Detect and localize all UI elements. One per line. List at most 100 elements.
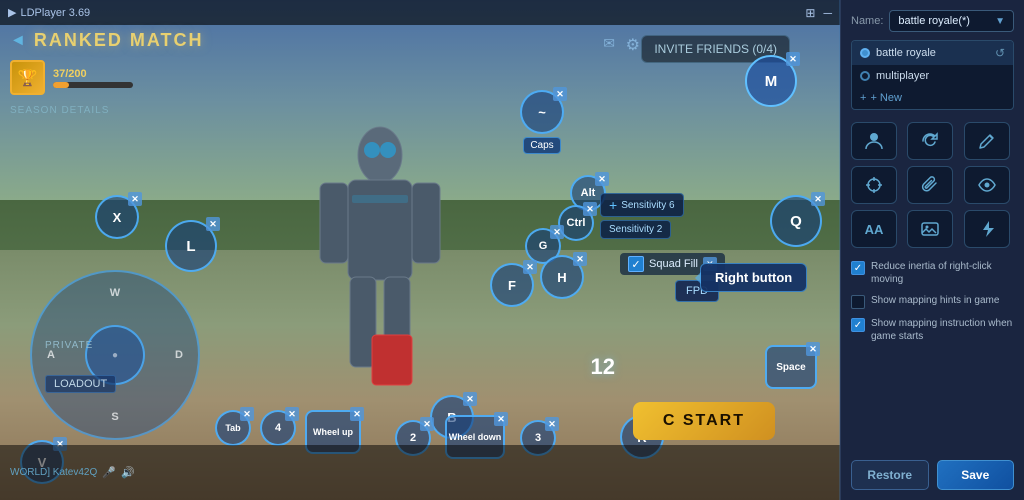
key-space-overlay[interactable]: ✕ Space <box>765 345 817 389</box>
world-label: WORLD] Katev42Q <box>10 467 97 478</box>
xp-bar <box>53 82 133 88</box>
ld-logo: ▶ LDPlayer 3.69 <box>8 6 90 19</box>
key-alt-close[interactable]: ✕ <box>595 172 609 186</box>
save-button[interactable]: Save <box>937 460 1015 490</box>
sensitivity6-plus[interactable]: + <box>609 197 617 213</box>
season-details: SEASON DETAILS <box>10 105 109 116</box>
preset-list: battle royale ↺ multiplayer + + New <box>851 40 1014 110</box>
eye-icon <box>977 175 997 195</box>
preset-item-battle-royale[interactable]: battle royale ↺ <box>852 41 1013 65</box>
key-b-close[interactable]: ✕ <box>463 392 477 406</box>
key-m-close[interactable]: ✕ <box>786 52 800 66</box>
top-bar-icons: ⊞ ─ <box>805 6 832 20</box>
name-value: battle royale(*) <box>898 15 970 27</box>
key-q-overlay[interactable]: ✕ Q <box>770 195 822 247</box>
key-q-circle[interactable]: ✕ Q <box>770 195 822 247</box>
show-instruction-checkbox[interactable]: ✓ <box>851 318 865 332</box>
key-h-circle[interactable]: ✕ H <box>540 255 584 299</box>
right-button-tooltip: Right button <box>700 263 807 292</box>
reduce-inertia-label: Reduce inertia of right-click moving <box>871 260 1014 286</box>
key-tab-overlay[interactable]: ✕ Tab <box>215 410 251 446</box>
preset-battle-royale-label: battle royale <box>876 47 936 59</box>
key-l-close[interactable]: ✕ <box>206 217 220 231</box>
tool-person-button[interactable] <box>851 122 897 160</box>
name-dropdown[interactable]: battle royale(*) ▼ <box>889 10 1014 32</box>
key-3-close[interactable]: ✕ <box>545 417 559 431</box>
mic-icon[interactable]: 🎤 <box>102 466 116 479</box>
crosshair-icon <box>864 175 884 195</box>
start-button-text: C START <box>663 412 745 429</box>
key-f-overlay[interactable]: ✕ F <box>490 263 534 307</box>
key-2-close[interactable]: ✕ <box>420 417 434 431</box>
key-f-circle[interactable]: ✕ F <box>490 263 534 307</box>
key-l-circle[interactable]: ✕ L <box>165 220 217 272</box>
character-area <box>280 100 480 430</box>
key-wheeldown-close[interactable]: ✕ <box>494 412 508 426</box>
squad-fill-checkbox[interactable]: ✓ <box>628 256 644 272</box>
key-h-overlay[interactable]: ✕ H <box>540 255 584 299</box>
tool-edit-button[interactable] <box>964 122 1010 160</box>
preset-item-multiplayer[interactable]: multiplayer <box>852 65 1013 87</box>
panel-buttons: Restore Save <box>851 460 1014 490</box>
aa-text: AA <box>865 222 884 237</box>
key-g-close[interactable]: ✕ <box>550 225 564 239</box>
key-tilde-circle[interactable]: ✕ ~ <box>520 90 564 134</box>
show-hints-checkbox[interactable] <box>851 295 865 309</box>
person-icon <box>864 131 884 151</box>
reduce-inertia-checkbox[interactable]: ✓ <box>851 261 865 275</box>
right-panel: Name: battle royale(*) ▼ battle royale ↺… <box>840 0 1024 500</box>
refresh-icon-battle-royale[interactable]: ↺ <box>995 46 1005 60</box>
sensitivity6-control[interactable]: + Sensitivity 6 <box>600 193 684 217</box>
tool-sync-button[interactable] <box>907 122 953 160</box>
mail-icon[interactable]: ✉ <box>603 35 615 52</box>
key-x-overlay[interactable]: ✕ X <box>95 195 139 239</box>
xp-fill <box>53 82 69 88</box>
key-4-circle[interactable]: ✕ 4 <box>260 410 296 446</box>
bottom-player-info: WORLD] Katev42Q 🎤 🔊 <box>10 466 135 479</box>
key-wheelup-close[interactable]: ✕ <box>350 407 364 421</box>
bottom-hud: WORLD] Katev42Q 🎤 🔊 <box>0 445 840 500</box>
tool-image-button[interactable] <box>907 210 953 248</box>
tool-aa-button[interactable]: AA <box>851 210 897 248</box>
start-button[interactable]: C START <box>633 402 775 440</box>
minimize-icon[interactable]: ─ <box>823 6 832 20</box>
name-dropdown-arrow-icon: ▼ <box>995 16 1005 27</box>
speaker-icon[interactable]: 🔊 <box>121 466 135 479</box>
tool-crosshair-button[interactable] <box>851 166 897 204</box>
gear-icon[interactable]: ⚙ <box>626 35 640 55</box>
squad-fill-label: Squad Fill <box>649 258 698 270</box>
key-h-close[interactable]: ✕ <box>573 252 587 266</box>
window-icon[interactable]: ⊞ <box>805 6 815 20</box>
new-preset-icon: + <box>860 92 866 104</box>
ranked-match-title: RANKED MATCH <box>34 30 204 51</box>
back-arrow-icon[interactable]: ◄ <box>10 32 26 50</box>
key-space-circle[interactable]: ✕ Space <box>765 345 817 389</box>
sensitivity2-control[interactable]: Sensitivity 2 <box>600 220 671 239</box>
key-l-overlay[interactable]: ✕ L <box>165 220 217 272</box>
joystick-area[interactable]: W S A D ● <box>30 270 200 440</box>
key-tab-close[interactable]: ✕ <box>240 407 254 421</box>
tool-bolt-button[interactable] <box>964 210 1010 248</box>
key-x-close[interactable]: ✕ <box>128 192 142 206</box>
key-m-circle[interactable]: ✕ M <box>745 55 797 107</box>
key-4-overlay[interactable]: ✕ 4 <box>260 410 296 446</box>
key-x-circle[interactable]: ✕ X <box>95 195 139 239</box>
key-tilde-close[interactable]: ✕ <box>553 87 567 101</box>
key-q-close[interactable]: ✕ <box>811 192 825 206</box>
key-ctrl-close[interactable]: ✕ <box>583 202 597 216</box>
key-space-close[interactable]: ✕ <box>806 342 820 356</box>
restore-button[interactable]: Restore <box>851 460 929 490</box>
key-f-close[interactable]: ✕ <box>523 260 537 274</box>
key-tab-circle[interactable]: ✕ Tab <box>215 410 251 446</box>
ld-logo-icon: ▶ <box>8 6 16 19</box>
key-tilde-overlay[interactable]: ✕ ~ Caps <box>520 90 564 154</box>
game-viewport: ▶ LDPlayer 3.69 ⊞ ─ ◄ RANKED MATCH 🏆 37/… <box>0 0 840 500</box>
name-row: Name: battle royale(*) ▼ <box>851 10 1014 32</box>
paperclip-icon <box>920 175 940 195</box>
key-m-overlay[interactable]: ✕ M <box>745 55 797 107</box>
tool-paperclip-button[interactable] <box>907 166 953 204</box>
key-4-close[interactable]: ✕ <box>285 407 299 421</box>
show-instruction-label: Show mapping instruction when game start… <box>871 317 1014 343</box>
tool-eye-button[interactable] <box>964 166 1010 204</box>
new-preset-button[interactable]: + + New <box>852 87 1013 109</box>
